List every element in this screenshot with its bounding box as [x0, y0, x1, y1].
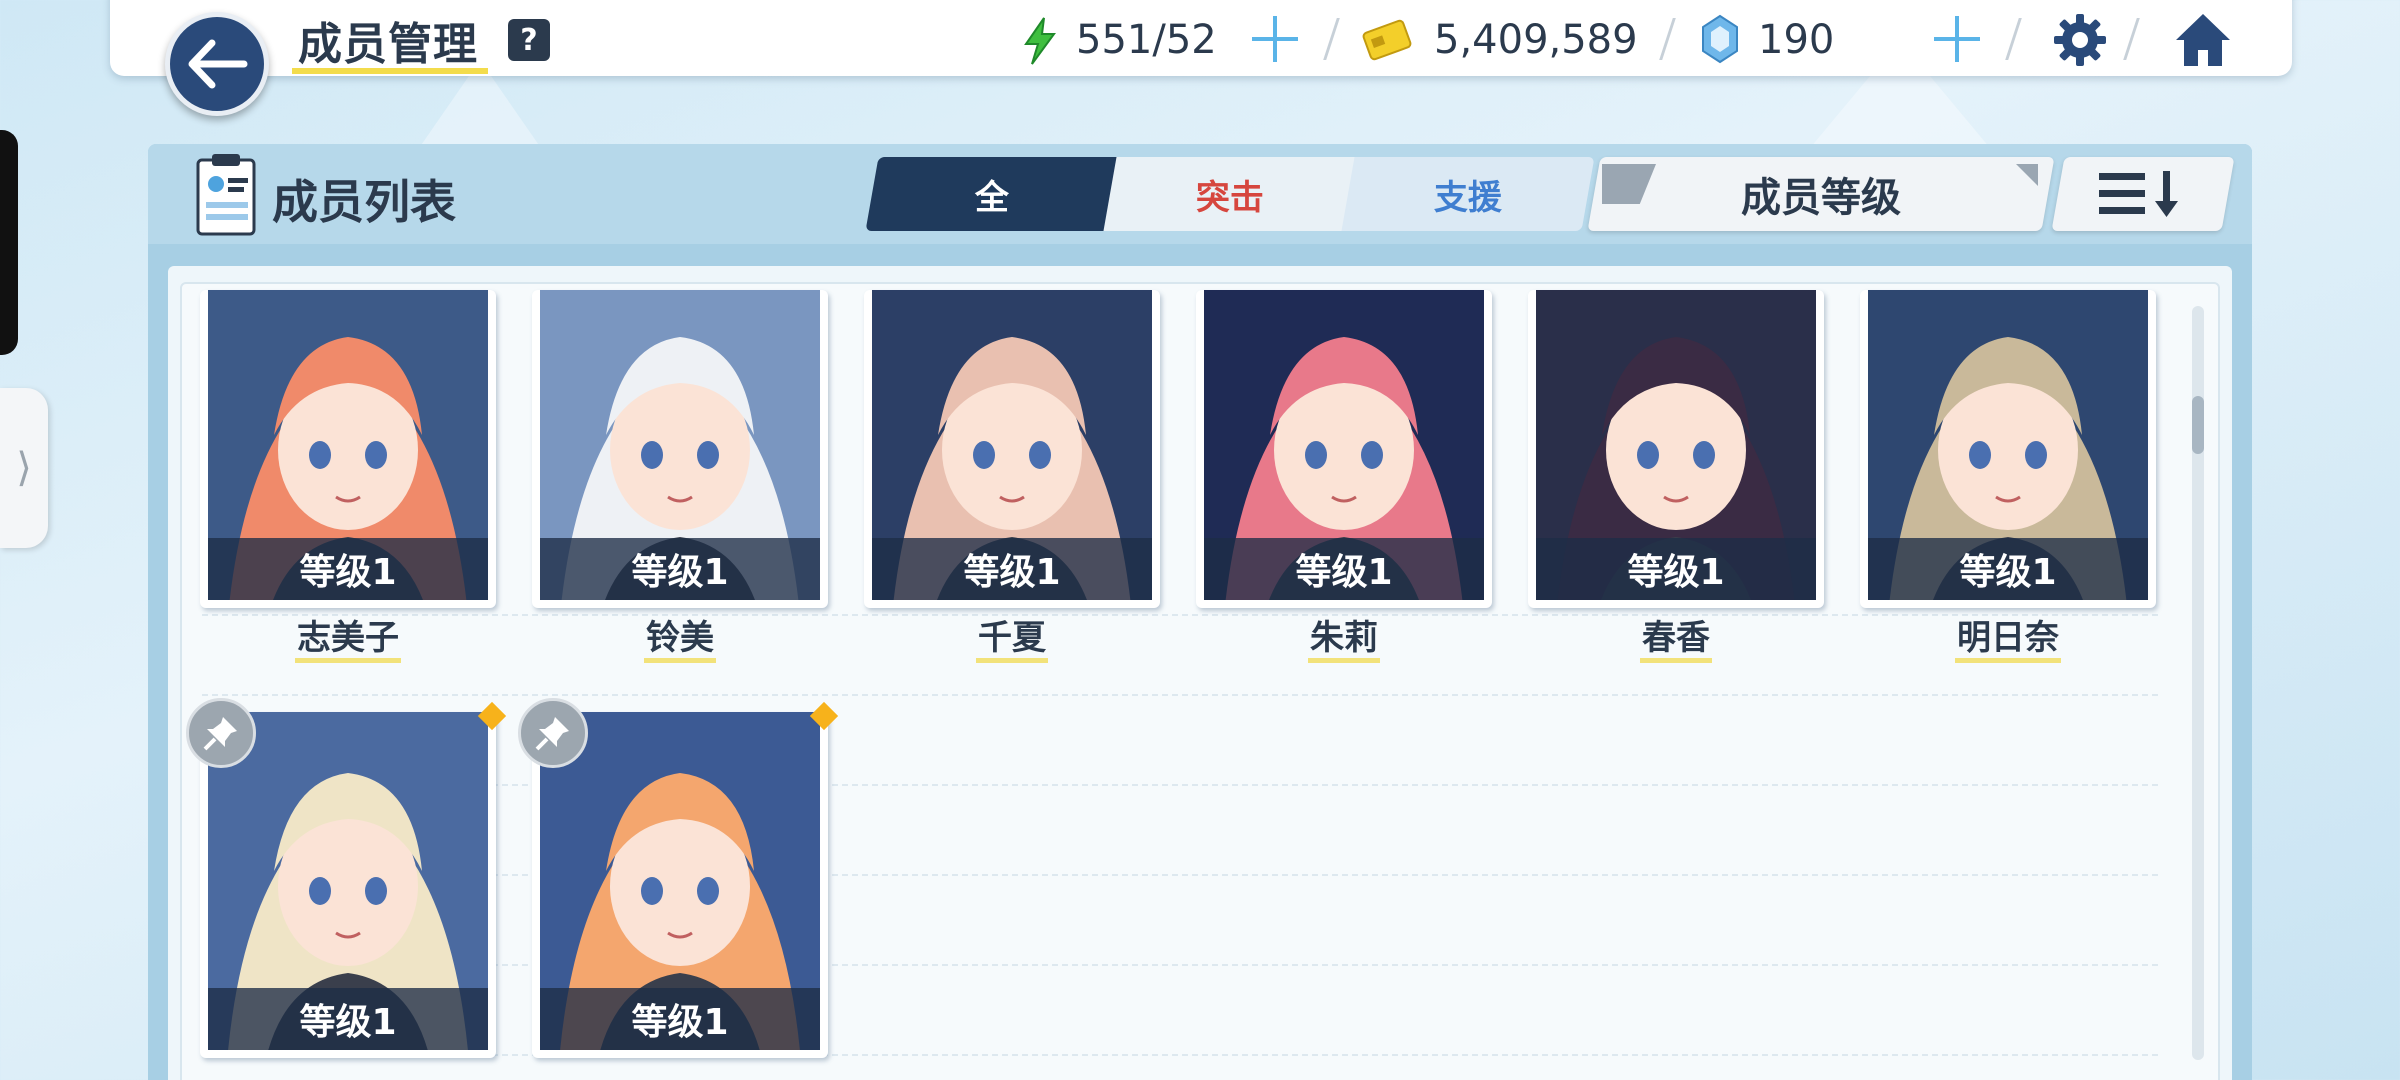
member-card[interactable]: 等级1 铃美 [532, 290, 828, 663]
member-name: 志美子 [295, 618, 401, 663]
help-button[interactable]: ? [508, 19, 550, 61]
pin-icon [203, 717, 237, 751]
list-title: 成员列表 [272, 175, 456, 229]
home-icon[interactable] [2172, 10, 2234, 70]
pin-icon [535, 717, 569, 751]
credit-card-icon [1362, 19, 1412, 61]
member-level: 等级1 [1536, 538, 1816, 600]
tab-strike-label: 突击 [1196, 177, 1264, 218]
member-name: 明日奈 [1955, 618, 2061, 663]
add-gems-button[interactable] [1932, 14, 1982, 64]
card-frame: 等级1 [532, 290, 828, 608]
back-button[interactable] [165, 12, 269, 116]
title-underline [292, 68, 488, 74]
member-card[interactable]: 等级1 明日奈 [1860, 290, 2156, 663]
stamina-bolt-icon [1024, 17, 1056, 65]
member-level: 等级1 [208, 988, 488, 1050]
member-card[interactable]: 等级1 春香 [1528, 290, 1824, 663]
add-stamina-button[interactable] [1250, 14, 1300, 64]
pin-button[interactable] [186, 698, 256, 768]
sort-descending-icon [2099, 171, 2178, 217]
member-level: 等级1 [1204, 538, 1484, 600]
member-name-row: 春香 [1528, 618, 1824, 663]
credits-value: 5,409,589 [1434, 17, 1638, 63]
back-arrow-icon [188, 39, 248, 89]
gem-icon [1702, 14, 1738, 64]
pin-button[interactable] [518, 698, 588, 768]
member-level: 等级1 [540, 538, 820, 600]
scrollbar-thumb[interactable] [2192, 396, 2204, 454]
member-level: 等级1 [1868, 538, 2148, 600]
member-card[interactable]: 等级1 志美子 [200, 290, 496, 663]
tab-all-label: 全 [975, 177, 1009, 218]
member-level: 等级1 [208, 538, 488, 600]
tab-support-label: 支援 [1434, 177, 1502, 218]
member-level: 等级1 [540, 988, 820, 1050]
member-name-row: 铃美 [532, 618, 828, 663]
row-divider [202, 614, 2158, 616]
gear-icon[interactable] [2050, 10, 2110, 70]
member-level: 等级1 [872, 538, 1152, 600]
row-divider [202, 694, 2158, 696]
member-name-row: 千夏 [864, 618, 1160, 663]
tab-all[interactable]: 全 [865, 157, 1119, 231]
member-name: 春香 [1640, 618, 1712, 663]
sort-dropdown-label[interactable]: 成员等级 [1594, 157, 2048, 231]
member-card-icon [196, 154, 256, 236]
member-name: 铃美 [644, 618, 716, 663]
screen-notch [0, 130, 18, 355]
card-frame: 等级1 [1860, 290, 2156, 608]
card-frame: 等级1 [1528, 290, 1824, 608]
sort-order-button[interactable] [2051, 157, 2235, 231]
member-card[interactable]: 等级1 朱莉 [1196, 290, 1492, 663]
card-frame: 等级1 [200, 712, 496, 1058]
member-card[interactable]: 等级1 [186, 698, 507, 1058]
card-frame: 等级1 [200, 290, 496, 608]
member-name-row: 朱莉 [1196, 618, 1492, 663]
member-name-row: 志美子 [200, 618, 496, 663]
member-name: 朱莉 [1308, 618, 1380, 663]
stamina-value: 551/52 [1076, 17, 1217, 63]
card-frame: 等级1 [864, 290, 1160, 608]
card-frame: 等级1 [532, 712, 828, 1058]
page-title: 成员管理 [298, 19, 478, 70]
side-drawer-handle[interactable]: ⟩ [0, 388, 48, 548]
tab-strike[interactable]: 突击 [1103, 157, 1357, 231]
tab-support[interactable]: 支援 [1341, 157, 1595, 231]
member-card[interactable]: 等级1 [518, 698, 839, 1058]
member-card[interactable]: 等级1 千夏 [864, 290, 1160, 663]
member-name: 千夏 [976, 618, 1048, 663]
member-name-row: 明日奈 [1860, 618, 2156, 663]
gems-value: 190 [1758, 17, 1835, 63]
card-frame: 等级1 [1196, 290, 1492, 608]
